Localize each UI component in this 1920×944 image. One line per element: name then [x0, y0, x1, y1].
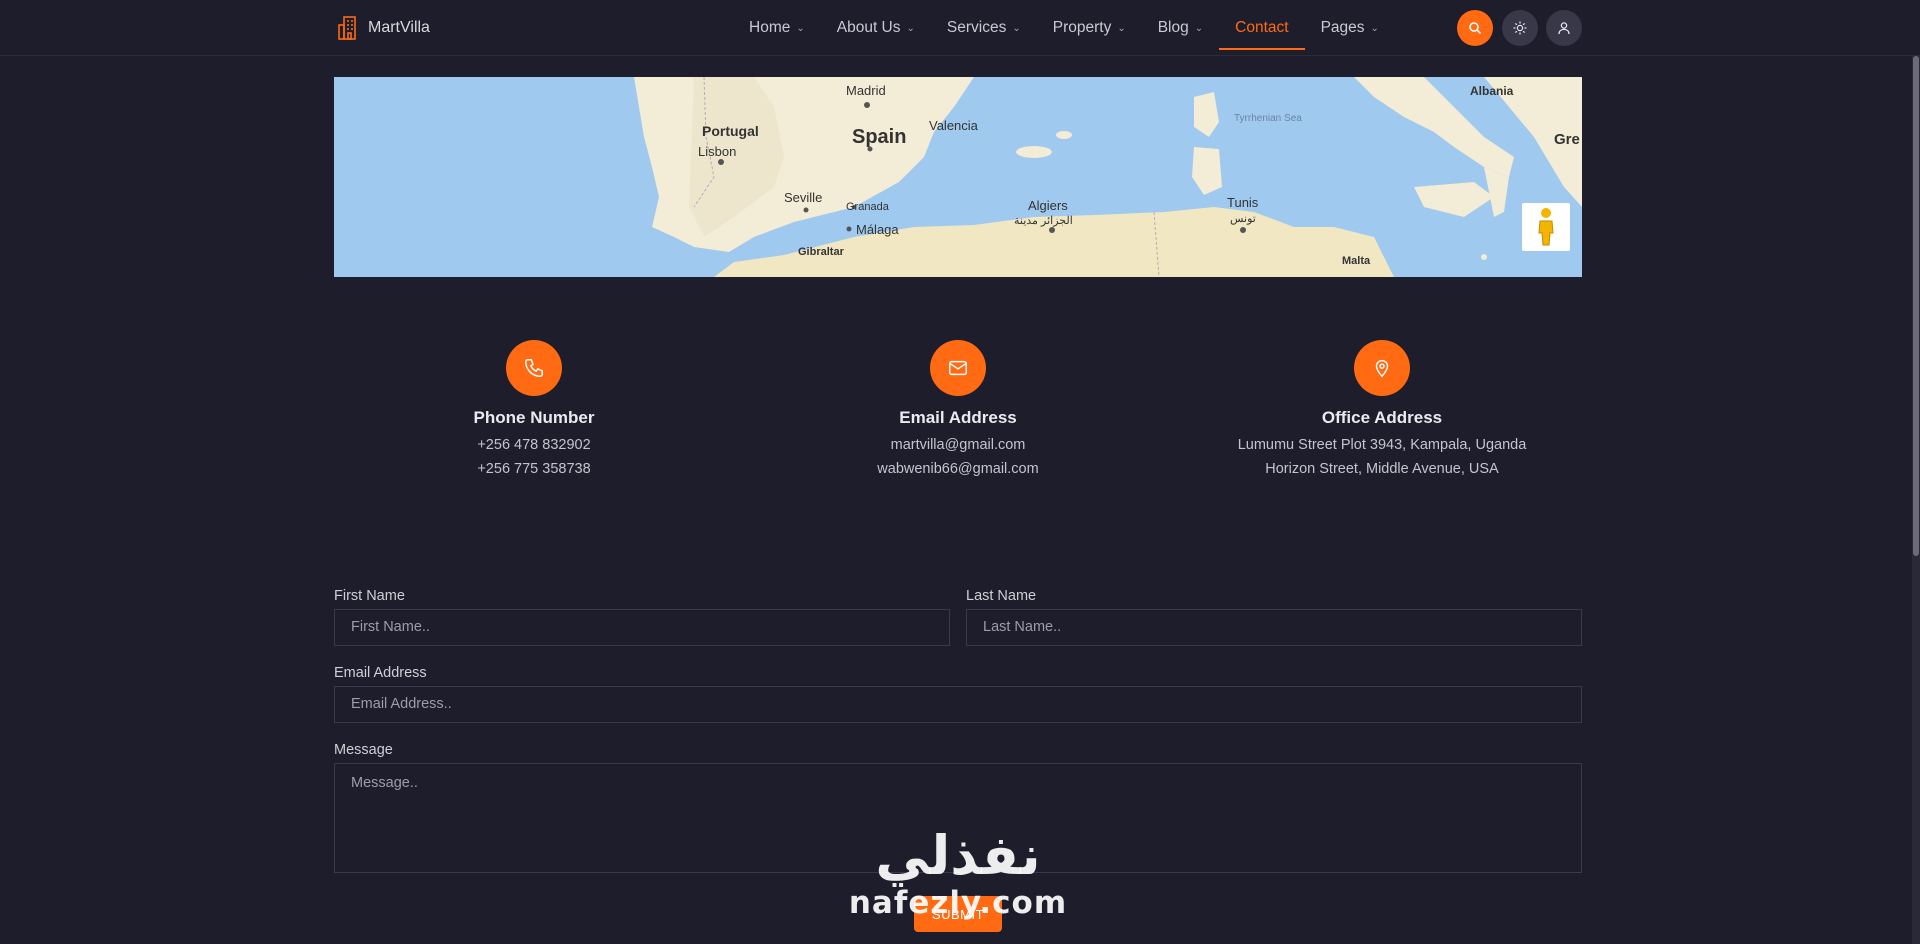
user-account-button[interactable]: [1546, 10, 1582, 46]
chevron-down-icon: ⌄: [796, 22, 805, 34]
message-label: Message: [334, 742, 393, 758]
street-view-pegman[interactable]: [1522, 203, 1570, 251]
svg-text:تونس: تونس: [1230, 213, 1256, 225]
search-button[interactable]: [1457, 10, 1493, 46]
nav-home[interactable]: Home ⌄: [733, 0, 821, 56]
brand-name: MartVilla: [368, 19, 430, 36]
nav-blog[interactable]: Blog ⌄: [1142, 0, 1219, 56]
nav-contact[interactable]: Contact: [1219, 0, 1305, 56]
contact-line: Horizon Street, Middle Avenue, USA: [1265, 461, 1499, 477]
location-pin-icon: [1375, 360, 1389, 378]
nav-pages[interactable]: Pages ⌄: [1305, 0, 1395, 56]
svg-text:Tunis: Tunis: [1227, 195, 1259, 210]
chevron-down-icon: ⌄: [1012, 22, 1021, 34]
svg-text:Tyrrhenian Sea: Tyrrhenian Sea: [1234, 113, 1302, 124]
nav-label: Home: [749, 19, 791, 36]
phone-icon-circle: [506, 340, 562, 396]
svg-text:Granada: Granada: [846, 201, 890, 213]
mail-icon-circle: [930, 340, 986, 396]
contact-line: +256 775 358738: [477, 461, 591, 477]
last-name-input[interactable]: Last Name..: [966, 609, 1582, 646]
scrollbar-thumb[interactable]: [1913, 56, 1919, 556]
svg-text:Madrid: Madrid: [846, 83, 886, 98]
top-navbar: MartVilla Home ⌄ About Us ⌄ Services ⌄ P…: [0, 0, 1920, 56]
brand-logo[interactable]: MartVilla: [336, 14, 430, 42]
pegman-icon: [1538, 208, 1554, 246]
chevron-down-icon: ⌄: [1117, 22, 1126, 34]
contact-email-block: Email Address martvilla@gmail.com wabwen…: [748, 340, 1168, 481]
search-icon: [1469, 22, 1482, 35]
chevron-down-icon: ⌄: [906, 22, 915, 34]
contact-line: +256 478 832902: [477, 437, 591, 453]
svg-text:Lisbon: Lisbon: [698, 144, 736, 159]
nav-services[interactable]: Services ⌄: [931, 0, 1037, 56]
svg-text:Portugal: Portugal: [702, 123, 759, 139]
last-name-label: Last Name: [966, 588, 1037, 604]
svg-text:Albania: Albania: [1470, 84, 1514, 98]
message-textarea[interactable]: Message..: [334, 763, 1582, 873]
svg-text:Valencia: Valencia: [929, 118, 979, 133]
svg-text:الجزائر مدينة: الجزائر مدينة: [1014, 215, 1073, 227]
contact-line[interactable]: martvilla@gmail.com: [748, 433, 1168, 457]
location-icon-circle: [1354, 340, 1410, 396]
mail-icon: [949, 360, 967, 376]
nav-property[interactable]: Property ⌄: [1037, 0, 1142, 56]
contact-title: Phone Number: [473, 408, 595, 427]
chevron-down-icon: ⌄: [1370, 22, 1379, 34]
nav-about-us[interactable]: About Us ⌄: [821, 0, 931, 56]
contact-phone-block: Phone Number +256 478 832902 +256 775 35…: [324, 340, 744, 481]
contact-title: Office Address: [1321, 408, 1443, 427]
svg-text:Malta: Malta: [1342, 255, 1371, 267]
submit-button[interactable]: SUBMIT: [914, 896, 1002, 932]
nav-label: Blog: [1157, 19, 1189, 36]
svg-text:Seville: Seville: [784, 190, 822, 205]
google-map[interactable]: Madrid Portugal Lisbon Spain Valencia Se…: [334, 77, 1582, 277]
nav-label: Services: [946, 19, 1007, 36]
theme-toggle-button[interactable]: [1502, 10, 1538, 46]
contact-line[interactable]: wabwenib66@gmail.com: [748, 457, 1168, 481]
map-tiles: Madrid Portugal Lisbon Spain Valencia Se…: [634, 77, 1582, 277]
first-name-label: First Name: [334, 588, 405, 604]
svg-text:Spain: Spain: [852, 126, 906, 148]
contact-title: Email Address: [899, 408, 1017, 427]
nav-label: About Us: [836, 19, 901, 36]
svg-text:Algiers: Algiers: [1028, 198, 1068, 213]
svg-text:Málaga: Málaga: [856, 222, 899, 237]
chevron-down-icon: ⌄: [1194, 22, 1204, 34]
email-label: Email Address: [334, 665, 427, 681]
main-nav: Home ⌄ About Us ⌄ Services ⌄ Property ⌄ …: [733, 0, 1395, 56]
page-scrollbar[interactable]: [1912, 56, 1920, 944]
nav-label: Pages: [1320, 19, 1365, 36]
sun-icon: [1513, 21, 1527, 35]
nav-label: Contact: [1235, 19, 1289, 36]
email-input[interactable]: Email Address..: [334, 686, 1582, 723]
nav-label: Property: [1052, 19, 1112, 36]
building-icon: [338, 16, 356, 40]
contact-line: Lumumu Street Plot 3943, Kampala, Uganda: [1237, 437, 1527, 453]
contact-office-block: Office Address Lumumu Street Plot 3943, …: [1172, 340, 1592, 481]
first-name-input[interactable]: First Name..: [334, 609, 950, 646]
user-icon: [1558, 22, 1570, 35]
svg-text:Gibraltar: Gibraltar: [798, 246, 845, 258]
svg-text:Gre: Gre: [1554, 131, 1580, 148]
phone-icon: [525, 359, 543, 377]
